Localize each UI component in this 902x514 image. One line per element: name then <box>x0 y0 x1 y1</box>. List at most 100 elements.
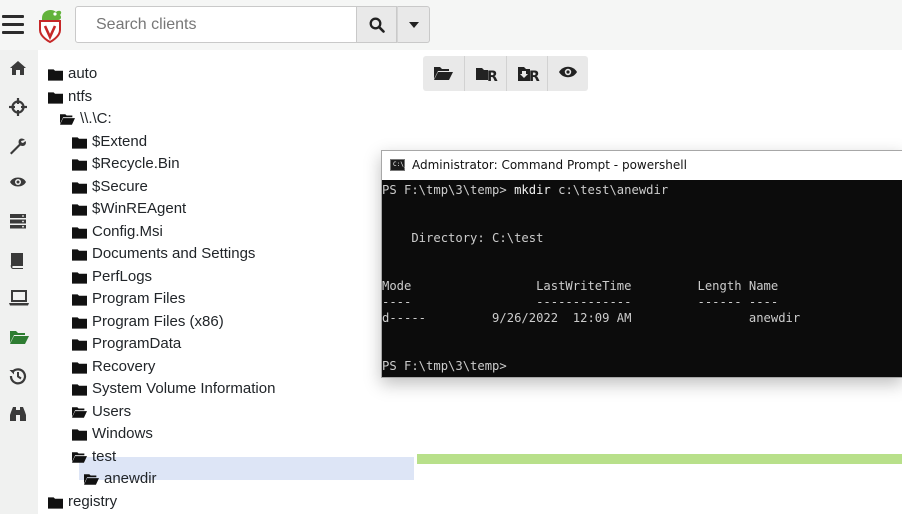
tree-node[interactable]: anewdir <box>84 468 157 490</box>
server-icon <box>10 214 26 229</box>
terminal-line: PS F:\tmp\3\temp> mkdir c:\test\anewdir <box>382 182 668 198</box>
search-input[interactable] <box>75 6 357 43</box>
terminal-line: ---- ------------- ------ ---- <box>382 295 779 309</box>
eye-icon <box>559 66 577 78</box>
nav-notebooks[interactable] <box>4 247 32 275</box>
folder-icon <box>72 203 87 216</box>
tree-node-label: Windows <box>92 425 153 442</box>
terminal-title: Administrator: Command Prompt - powershe… <box>412 158 687 172</box>
tree-node-label: System Volume Information <box>92 380 276 397</box>
folder-icon <box>72 226 87 239</box>
tree-node[interactable]: $WinREAgent <box>72 198 186 220</box>
history-icon <box>9 368 27 385</box>
tree-node-label: Users <box>92 403 132 420</box>
folder-icon <box>72 136 87 149</box>
search-icon <box>369 17 385 33</box>
tree-node-label: $Secure <box>92 178 148 195</box>
hamburger-icon-line <box>2 31 24 34</box>
folder-icon <box>72 338 87 351</box>
tree-node[interactable]: Program Files <box>72 288 185 310</box>
crosshairs-icon <box>9 98 27 116</box>
tree-node-label: test <box>92 448 117 465</box>
folder-icon <box>72 181 87 194</box>
folder-open-icon <box>10 331 29 344</box>
tree-node-label: \\.\C: <box>80 110 112 127</box>
search-button[interactable] <box>357 6 397 43</box>
tree-node[interactable]: ntfs <box>48 86 92 108</box>
tree-node[interactable]: $Extend <box>72 131 147 153</box>
tree-node[interactable]: Users <box>72 401 131 423</box>
folder-refresh-icon: R <box>476 68 498 83</box>
nav-server[interactable] <box>4 208 32 236</box>
tree-node-label: registry <box>68 493 118 510</box>
svg-text:R: R <box>529 69 540 83</box>
tree-node[interactable]: $Secure <box>72 176 148 198</box>
tree-node[interactable]: registry <box>48 491 117 513</box>
tree-node-label: Program Files (x86) <box>92 313 224 330</box>
top-bar <box>0 0 902 50</box>
terminal-line: PS F:\tmp\3\temp> <box>382 359 507 373</box>
tree-node-label: Config.Msi <box>92 223 163 240</box>
terminal-line: d----- 9/26/2022 12:09 AM anewdir <box>382 311 801 325</box>
folder-icon <box>72 316 87 329</box>
tree-node-label: auto <box>68 65 98 82</box>
left-sidebar <box>0 50 38 514</box>
velociraptor-logo-icon[interactable] <box>36 6 64 44</box>
tree-node[interactable]: Recovery <box>72 356 155 378</box>
folder-open-icon <box>60 113 75 125</box>
folder-icon <box>72 383 87 396</box>
nav-vfs[interactable] <box>4 324 32 352</box>
download-recursive-icon: R <box>518 67 540 83</box>
tree-node[interactable]: Program Files (x86) <box>72 311 224 333</box>
folder-open-icon <box>72 406 87 418</box>
nav-home[interactable] <box>4 55 32 83</box>
terminal-command: mkdir <box>514 183 551 197</box>
tree-node[interactable]: \\.\C: <box>60 108 112 130</box>
tree-node-label: $Extend <box>92 133 148 150</box>
tree-node[interactable]: Config.Msi <box>72 221 163 243</box>
nav-client-info[interactable] <box>4 285 32 313</box>
hamburger-icon-line <box>2 23 24 26</box>
svg-text:R: R <box>487 69 498 83</box>
tree-node[interactable]: ProgramData <box>72 333 181 355</box>
tree-node-label: $Recycle.Bin <box>92 155 180 172</box>
terminal-titlebar: C:\_ Administrator: Command Prompt - pow… <box>382 151 902 180</box>
terminal-line: Directory: C:\test <box>382 231 544 245</box>
file-tree: auto ntfs \\.\C: $Extend $Recycle.Bin $Secure… <box>38 50 418 514</box>
tree-node[interactable]: $Recycle.Bin <box>72 153 180 175</box>
tree-node[interactable]: auto <box>48 63 97 85</box>
folder-open-icon <box>84 473 99 485</box>
tree-node-label: PerfLogs <box>92 268 153 285</box>
terminal-args: c:\test\anewdir <box>550 183 669 197</box>
tree-node[interactable]: PerfLogs <box>72 266 152 288</box>
binoculars-icon <box>10 407 26 421</box>
search-options-dropdown[interactable] <box>397 6 430 43</box>
menu-toggle-button[interactable] <box>0 8 26 42</box>
tree-node[interactable]: Windows <box>72 423 153 445</box>
search-group <box>75 6 430 43</box>
nav-flows[interactable] <box>4 362 32 390</box>
laptop-icon <box>9 290 29 306</box>
book-icon <box>10 253 23 269</box>
hamburger-icon <box>2 15 24 18</box>
folder-icon <box>72 428 87 441</box>
eye-icon <box>10 177 26 187</box>
download-recursive-button[interactable]: R <box>506 56 546 91</box>
nav-collected[interactable] <box>4 401 32 429</box>
folder-icon <box>72 158 87 171</box>
home-icon <box>10 61 26 75</box>
tree-node[interactable]: Documents and Settings <box>72 243 255 265</box>
view-folder-button[interactable] <box>423 56 463 91</box>
tree-node-label: $WinREAgent <box>92 200 187 217</box>
tree-node-label: Program Files <box>92 290 186 307</box>
nav-hunt[interactable] <box>4 93 32 121</box>
tree-node[interactable]: System Volume Information <box>72 378 275 400</box>
terminal-line: Mode LastWriteTime Length Name <box>382 279 779 293</box>
view-file-button[interactable] <box>547 56 587 91</box>
tree-node[interactable]: test <box>72 446 116 468</box>
refresh-directory-recursive-button[interactable]: R <box>464 56 504 91</box>
nav-artifacts[interactable] <box>4 132 32 160</box>
nav-monitoring[interactable] <box>4 170 32 198</box>
folder-icon <box>48 68 63 81</box>
tree-node-label: Recovery <box>92 358 156 375</box>
